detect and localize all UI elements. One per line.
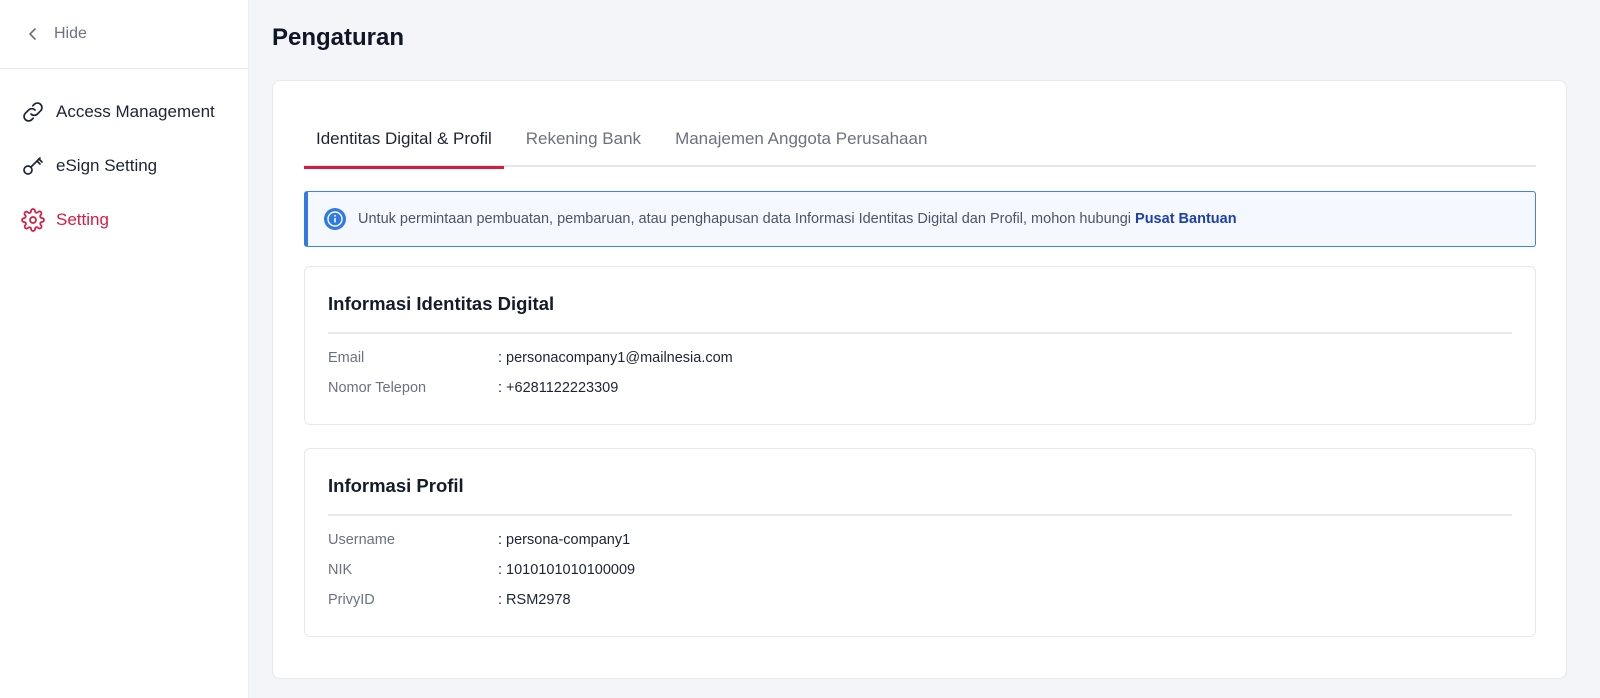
settings-card: Identitas Digital & Profil Rekening Bank… [272, 80, 1567, 679]
info-text: Untuk permintaan pembuatan, pembaruan, a… [358, 211, 1132, 227]
nik-label: NIK [328, 562, 353, 578]
nik-row: NIK : 1010101010100009 [328, 562, 635, 578]
username-value: : persona-company1 [498, 532, 631, 548]
username-label: Username [328, 532, 395, 548]
phone-row: Nomor Telepon : +6281122223309 [328, 380, 618, 396]
info-banner: Untuk permintaan pembuatan, pembaruan, a… [304, 191, 1536, 247]
sidebar-nav: Access Management eSign Setting Setting [0, 69, 248, 247]
username-row: Username : persona-company1 [328, 532, 630, 548]
gear-icon [21, 208, 45, 232]
privyid-value: : RSM2978 [498, 592, 571, 608]
sidebar-item-esign-setting[interactable]: eSign Setting [0, 139, 248, 193]
page-title: Pengaturan [272, 24, 405, 51]
tab-bar: Identitas Digital & Profil Rekening Bank… [304, 111, 1536, 169]
phone-value: : +6281122223309 [498, 380, 619, 396]
sidebar: Hide Access Management eSign Setting Set… [0, 0, 249, 698]
sidebar-item-setting[interactable]: Setting [0, 193, 248, 247]
chevron-left-icon [28, 28, 38, 40]
hide-sidebar-button[interactable]: Hide [0, 0, 248, 69]
divider [328, 514, 1512, 516]
help-center-link[interactable]: Pusat Bantuan [1135, 211, 1237, 227]
identity-section-title: Informasi Identitas Digital [328, 293, 555, 314]
link-icon [21, 100, 45, 124]
privyid-label: PrivyID [328, 592, 375, 608]
identity-section: Informasi Identitas Digital Email : pers… [304, 266, 1536, 425]
phone-label: Nomor Telepon [328, 380, 427, 396]
tab-identitas-digital-profil[interactable]: Identitas Digital & Profil [304, 111, 504, 169]
sidebar-item-label: Setting [56, 210, 109, 229]
sidebar-item-label: eSign Setting [56, 156, 158, 175]
tab-rekening-bank[interactable]: Rekening Bank [514, 111, 653, 167]
sidebar-item-access-management[interactable]: Access Management [0, 85, 248, 139]
hide-label: Hide [54, 25, 87, 42]
info-icon [324, 208, 346, 230]
key-icon [21, 154, 45, 178]
nik-value: : 1010101010100009 [498, 562, 636, 578]
email-row: Email : personacompany1@mailnesia.com [328, 350, 733, 366]
profile-section-title: Informasi Profil [328, 475, 464, 496]
email-value: : personacompany1@mailnesia.com [498, 350, 733, 366]
tab-manajemen-anggota-perusahaan[interactable]: Manajemen Anggota Perusahaan [663, 111, 939, 167]
email-label: Email [328, 350, 365, 366]
sidebar-item-label: Access Management [56, 102, 215, 121]
main-content: Pengaturan Identitas Digital & Profil Re… [249, 0, 1600, 698]
profile-section: Informasi Profil Username : persona-comp… [304, 448, 1536, 637]
divider [328, 332, 1512, 334]
privyid-row: PrivyID : RSM2978 [328, 592, 571, 608]
